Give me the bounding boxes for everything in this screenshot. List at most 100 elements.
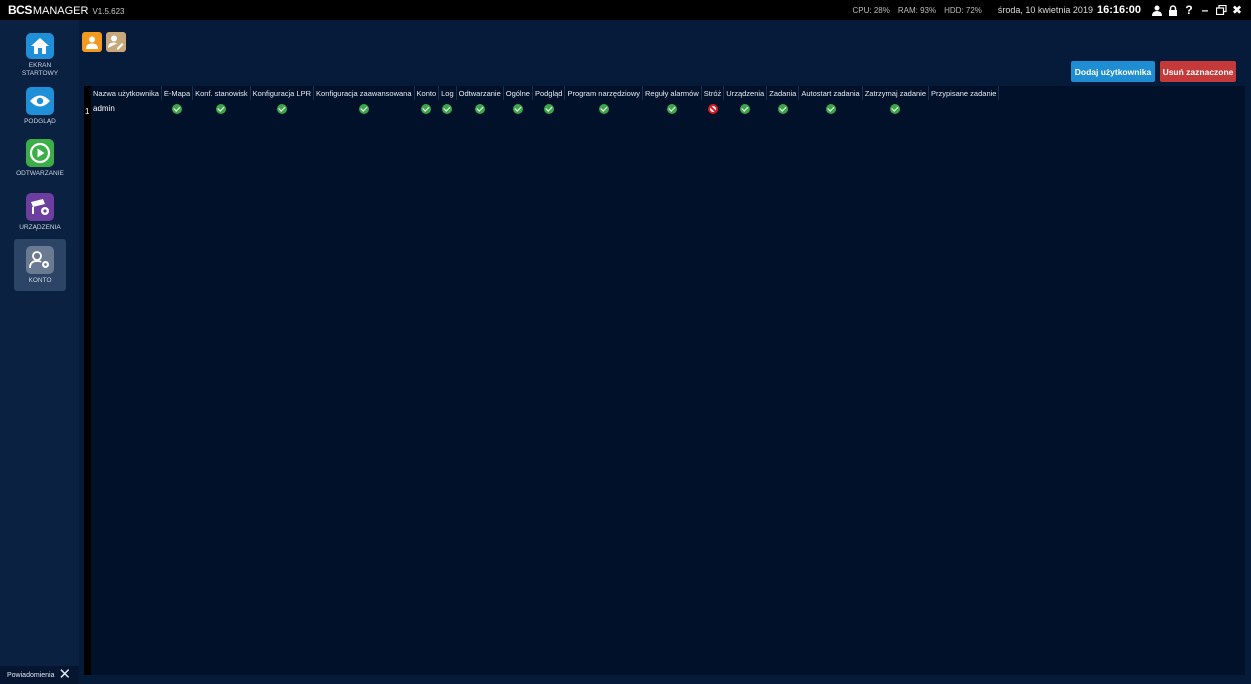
perm-cell[interactable]	[503, 100, 532, 117]
notifications-label: Powiadomienia	[7, 671, 55, 679]
close-button[interactable]: ✖	[1231, 3, 1243, 17]
check-icon[interactable]	[598, 103, 609, 114]
sidebar-item-konto[interactable]: KONTO	[14, 239, 66, 291]
users-table: 1 Nazwa użytkownika E-Mapa Konf. stanowi…	[84, 86, 1245, 675]
check-icon[interactable]	[358, 103, 369, 114]
perm-cell[interactable]	[724, 100, 767, 117]
brand-manager: MANAGER	[32, 5, 89, 17]
perm-cell[interactable]	[701, 100, 724, 117]
sidebar-item-label: ODTWARZANIE	[16, 170, 64, 177]
user-edit-icon[interactable]	[106, 32, 126, 52]
column-header[interactable]: Podgląd	[532, 86, 566, 100]
denied-icon[interactable]	[707, 103, 718, 114]
sidebar-item-ekran-startowy[interactable]: EKRAN STARTOWY	[14, 26, 66, 78]
check-icon[interactable]	[276, 103, 287, 114]
minimize-button[interactable]: –	[1199, 3, 1211, 17]
check-icon[interactable]	[543, 103, 554, 114]
app-brand: BCS MANAGER V1.5.623	[8, 3, 125, 17]
sidebar-item-label: URZĄDZENIA	[19, 224, 61, 231]
column-header[interactable]: Konto	[414, 86, 440, 100]
column-header[interactable]: Odtwarzanie	[456, 86, 504, 100]
eye-icon	[26, 87, 54, 115]
sidebar-item-odtwarzanie[interactable]: ODTWARZANIE	[14, 132, 66, 184]
perm-cell[interactable]	[314, 100, 414, 117]
play-icon	[26, 139, 54, 167]
column-header[interactable]: Nazwa użytkownika	[91, 86, 162, 100]
help-icon[interactable]: ?	[1183, 3, 1195, 17]
restore-icon[interactable]	[1215, 3, 1227, 17]
cpu-usage: CPU: 28%	[852, 5, 890, 15]
sidebar-item-label: EKRAN STARTOWY	[21, 62, 59, 77]
current-time: 16:16:00	[1096, 4, 1141, 16]
sidebar: EKRAN STARTOWY PODGLĄD ODTWARZANIE URZĄD…	[0, 20, 79, 684]
account-tabs	[82, 32, 126, 52]
check-icon[interactable]	[825, 103, 836, 114]
delete-selected-button[interactable]: Usuń zaznaczone	[1160, 61, 1236, 82]
add-user-button[interactable]: Dodaj użytkownika	[1071, 61, 1155, 82]
column-header[interactable]: Reguły alarmów	[642, 86, 702, 100]
perm-cell[interactable]	[643, 100, 702, 117]
main-panel: Dodaj użytkownika Usuń zaznaczone 1 Nazw…	[79, 20, 1251, 684]
perm-cell[interactable]	[161, 100, 192, 117]
check-icon[interactable]	[442, 103, 453, 114]
check-icon[interactable]	[777, 103, 788, 114]
perm-cell[interactable]	[862, 100, 928, 117]
system-status-area: CPU: 28% RAM: 93% HDD: 72% środa, 10 kwi…	[853, 0, 1246, 20]
camera-settings-icon	[26, 193, 54, 221]
column-header[interactable]: Zadania	[766, 86, 800, 100]
column-header[interactable]: Zatrzymaj zadanie	[862, 86, 930, 100]
column-header[interactable]: Przypisane zadanie	[928, 86, 1000, 100]
check-icon[interactable]	[421, 103, 432, 114]
check-icon[interactable]	[216, 103, 227, 114]
check-icon[interactable]	[740, 103, 751, 114]
table-header-row: Nazwa użytkownika E-Mapa Konf. stanowisk…	[91, 86, 1000, 100]
column-header[interactable]: Konf. stanowisk	[192, 86, 251, 100]
current-date: środa, 10 kwietnia 2019	[997, 5, 1093, 15]
column-header[interactable]: Ogólne	[503, 86, 533, 100]
sidebar-item-urzadzenia[interactable]: URZĄDZENIA	[14, 186, 66, 238]
check-icon[interactable]	[171, 103, 182, 114]
check-icon[interactable]	[512, 103, 523, 114]
ram-usage: RAM: 93%	[897, 5, 937, 15]
perm-cell[interactable]	[565, 100, 643, 117]
notifications-bar[interactable]: Powiadomienia ✕	[0, 666, 79, 684]
sidebar-item-label: PODGLĄD	[24, 118, 56, 125]
column-header[interactable]: Stróż	[701, 86, 725, 100]
perm-cell[interactable]	[799, 100, 862, 117]
user-icon[interactable]	[1151, 3, 1163, 17]
app-version: V1.5.623	[92, 7, 125, 16]
row-number-column	[84, 86, 91, 675]
close-icon[interactable]: ✕	[58, 667, 71, 682]
perm-cell[interactable]	[532, 100, 565, 117]
column-header[interactable]: Autostart zadania	[798, 86, 863, 100]
column-header[interactable]: Log	[438, 86, 457, 100]
column-header[interactable]: Urządzenia	[723, 86, 768, 100]
hdd-usage: HDD: 72%	[944, 5, 982, 15]
column-header[interactable]: Konfiguracja zaawansowana	[313, 86, 415, 100]
title-bar: BCS MANAGER V1.5.623 CPU: 28% RAM: 93% H…	[0, 0, 1251, 20]
brand-bcs: BCS	[8, 3, 32, 17]
check-icon[interactable]	[474, 103, 485, 114]
perm-cell[interactable]	[250, 100, 313, 117]
perm-cell[interactable]	[439, 100, 457, 117]
sidebar-item-label: KONTO	[28, 277, 52, 284]
column-header[interactable]: Program narzędziowy	[564, 86, 643, 100]
check-icon[interactable]	[666, 103, 677, 114]
column-header[interactable]: Konfiguracja LPR	[250, 86, 315, 100]
table-row[interactable]: admin	[91, 100, 999, 117]
perm-cell[interactable]	[193, 100, 251, 117]
user-icon[interactable]	[82, 32, 102, 52]
column-header[interactable]: E-Mapa	[161, 86, 194, 100]
user-settings-icon	[26, 246, 54, 274]
check-icon[interactable]	[890, 103, 901, 114]
perm-cell[interactable]	[456, 100, 503, 117]
perm-cell[interactable]	[929, 100, 999, 117]
perm-cell[interactable]	[414, 100, 439, 117]
row-number: 1	[85, 107, 90, 116]
home-icon	[26, 33, 54, 59]
perm-cell[interactable]	[767, 100, 799, 117]
lock-icon[interactable]	[1167, 3, 1179, 17]
permissions-table: Nazwa użytkownika E-Mapa Konf. stanowisk…	[91, 86, 1000, 117]
user-name-cell[interactable]: admin	[91, 100, 161, 117]
sidebar-item-podglad[interactable]: PODGLĄD	[14, 80, 66, 132]
